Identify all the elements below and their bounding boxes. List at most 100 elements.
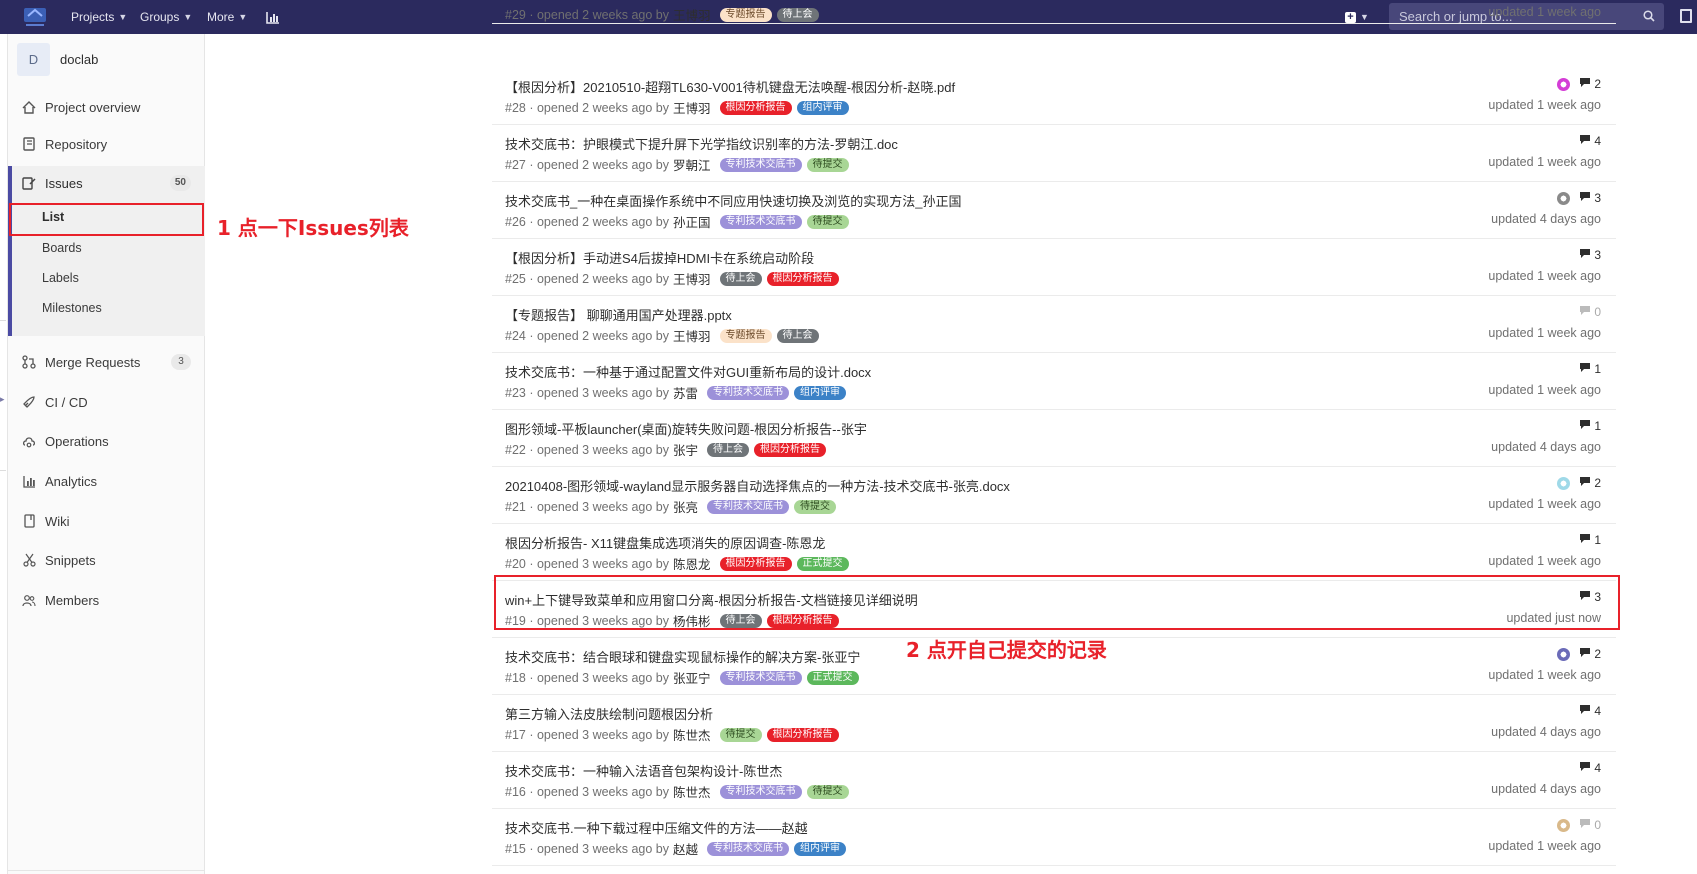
issue-author-link[interactable]: 张亮 — [673, 497, 698, 516]
sidebar-subitem-milestones[interactable]: Milestones — [12, 293, 205, 323]
issue-row[interactable]: 技术交底书：护眼模式下提升屏下光学指纹识别率的方法-罗朝江.doc #27 · o… — [492, 125, 1616, 182]
comments-count[interactable]: 0 — [1579, 305, 1601, 319]
issue-row[interactable]: 技术交底书.一种下载过程中压缩文件的方法——赵越 #15 · opened 3 w… — [492, 809, 1616, 866]
issue-label-badge[interactable]: 待上会 — [707, 442, 750, 457]
issue-label-badge[interactable]: 根因分析报告 — [719, 556, 792, 571]
issue-row[interactable]: 【根因分析】20210510-超翔TL630-V001待机键盘无法唤醒-根因分析… — [492, 68, 1616, 125]
comments-count[interactable]: 1 — [1579, 362, 1601, 376]
issue-label-badge[interactable]: 根因分析报告 — [754, 442, 827, 457]
todo-icon[interactable] — [1680, 9, 1692, 23]
issue-label-badge[interactable]: 根因分析报告 — [719, 100, 792, 115]
sidebar-item-snippets[interactable]: Snippets — [8, 545, 205, 575]
activity-chart-icon[interactable] — [266, 0, 280, 34]
comments-count[interactable]: 3 — [1579, 248, 1601, 262]
sidebar-item-ci-cd[interactable]: CI / CD — [8, 387, 205, 417]
sidebar-subitem-labels[interactable]: Labels — [12, 263, 205, 293]
comments-count[interactable]: 4 — [1579, 761, 1601, 775]
comments-count[interactable]: 4 — [1579, 134, 1601, 148]
issue-label-badge[interactable]: 组内评审 — [796, 100, 849, 115]
issue-label-badge[interactable]: 待提交 — [806, 214, 849, 229]
nav-projects-menu[interactable]: Projects ▼ — [71, 0, 127, 34]
issue-title-link[interactable]: 第三方输入法皮肤绘制问题根因分析 — [505, 704, 713, 723]
issue-label-badge[interactable]: 待提交 — [806, 784, 849, 799]
issue-label-badge[interactable]: 待上会 — [776, 328, 819, 343]
issue-label-badge[interactable]: 专利技术交底书 — [719, 784, 802, 799]
issue-author-link[interactable]: 张宇 — [673, 440, 698, 459]
issue-author-link[interactable]: 罗朝江 — [673, 155, 711, 174]
issue-row[interactable]: 技术交底书：一种输入法语音包架构设计-陈世杰 #16 · opened 3 wee… — [492, 752, 1616, 809]
comments-count[interactable]: 1 — [1579, 533, 1601, 547]
issue-row[interactable]: 根因分析报告- X11键盘集成选项消失的原因调查-陈恩龙 #20 · opened… — [492, 524, 1616, 581]
issue-author-link[interactable]: 王博羽 — [673, 98, 711, 117]
issue-label-badge[interactable]: 待提交 — [806, 157, 849, 172]
issue-row[interactable]: 技术交底书_一种在桌面操作系统中不同应用快速切换及浏览的实现方法_孙正国 #26 … — [492, 182, 1616, 239]
sidebar-item-members[interactable]: Members — [8, 585, 205, 615]
sidebar-item-issues[interactable]: Issues 50 — [8, 168, 205, 198]
nav-more-menu[interactable]: More ▼ — [207, 0, 247, 34]
issue-title-link[interactable]: 技术交底书：一种基于通过配置文件对GUI重新布局的设计.docx — [505, 362, 871, 381]
sidebar-subitem-boards[interactable]: Boards — [12, 233, 205, 263]
issue-title-link[interactable]: 根因分析报告- X11键盘集成选项消失的原因调查-陈恩龙 — [505, 533, 825, 552]
issue-label-badge[interactable]: 待上会 — [719, 271, 762, 286]
assignee-avatar[interactable] — [1557, 191, 1571, 205]
issue-title-link[interactable]: 技术交底书：结合眼球和键盘实现鼠标操作的解决方案-张亚宁 — [505, 647, 860, 666]
comments-count[interactable]: 0 — [1579, 818, 1601, 832]
expand-arrow-icon[interactable]: ▸ — [0, 394, 6, 406]
issue-label-badge[interactable]: 组内评审 — [794, 841, 847, 856]
issue-row[interactable]: 技术交底书：一种基于通过配置文件对GUI重新布局的设计.docx #23 · op… — [492, 353, 1616, 410]
issue-row[interactable]: 【专题报告】 聊聊通用国产处理器.pptx #24 · opened 2 week… — [492, 296, 1616, 353]
issue-title-link[interactable]: 【根因分析】20210510-超翔TL630-V001待机键盘无法唤醒-根因分析… — [505, 77, 955, 96]
sidebar-item-merge-requests[interactable]: Merge Requests 3 — [8, 347, 205, 377]
issue-author-link[interactable]: 王博羽 — [673, 326, 711, 345]
issue-label-badge[interactable]: 专利技术交底书 — [719, 214, 802, 229]
issue-row[interactable]: 20210408-图形领域-wayland显示服务器自动选择焦点的一种方法-技术… — [492, 467, 1616, 524]
issue-author-link[interactable]: 陈世杰 — [673, 782, 711, 801]
issue-author-link[interactable]: 王博羽 — [673, 269, 711, 288]
issue-row[interactable]: 【根因分析】手动进S4后拔掉HDMI卡在系统启动阶段 #25 · opened 2… — [492, 239, 1616, 296]
issue-title-link[interactable]: 【根因分析】手动进S4后拔掉HDMI卡在系统启动阶段 — [505, 248, 814, 267]
issue-author-link[interactable]: 孙正国 — [673, 212, 711, 231]
issue-author-link[interactable]: 陈世杰 — [673, 725, 711, 744]
assignee-avatar[interactable] — [1557, 818, 1571, 832]
sidebar-item-operations[interactable]: Operations — [8, 426, 205, 456]
comments-count[interactable]: 2 — [1579, 647, 1601, 661]
issue-title-link[interactable]: 技术交底书_一种在桌面操作系统中不同应用快速切换及浏览的实现方法_孙正国 — [505, 191, 961, 210]
sidebar-item-repository[interactable]: Repository — [8, 129, 205, 159]
comments-count[interactable]: 2 — [1579, 77, 1601, 91]
issue-row[interactable]: 第三方输入法皮肤绘制问题根因分析 #17 · opened 3 weeks ago… — [492, 695, 1616, 752]
issue-author-link[interactable]: 赵越 — [673, 839, 698, 858]
comments-count[interactable]: 2 — [1579, 476, 1601, 490]
issue-author-link[interactable]: 张亚宁 — [673, 668, 711, 687]
issue-label-badge[interactable]: 专利技术交底书 — [707, 499, 790, 514]
assignee-avatar[interactable] — [1557, 647, 1571, 661]
issue-author-link[interactable]: 陈恩龙 — [673, 554, 711, 573]
issue-title-link[interactable]: 20210408-图形领域-wayland显示服务器自动选择焦点的一种方法-技术… — [505, 476, 1010, 495]
issue-title-link[interactable]: 技术交底书：一种输入法语音包架构设计-陈世杰 — [505, 761, 782, 780]
issue-label-badge[interactable]: 专利技术交底书 — [719, 157, 802, 172]
comments-count[interactable]: 1 — [1579, 419, 1601, 433]
comments-count[interactable]: 3 — [1579, 191, 1601, 205]
issue-author-link[interactable]: 王博羽 — [673, 5, 711, 24]
issue-row[interactable]: #29 · opened 2 weeks ago by 王博羽 专题报告 待上会 upd… — [492, 0, 1616, 24]
issue-author-link[interactable]: 苏雷 — [673, 383, 698, 402]
issue-title-link[interactable]: 【专题报告】 聊聊通用国产处理器.pptx — [505, 305, 732, 324]
issue-row[interactable]: 图形领域-平板launcher(桌面)旋转失败问题-根因分析报告--张宇 #22 … — [492, 410, 1616, 467]
issue-title-link[interactable]: 技术交底书：护眼模式下提升屏下光学指纹识别率的方法-罗朝江.doc — [505, 134, 898, 153]
sidebar-item-wiki[interactable]: Wiki — [8, 506, 205, 536]
nav-groups-menu[interactable]: Groups ▼ — [140, 0, 192, 34]
issue-label-badge[interactable]: 待提交 — [719, 727, 762, 742]
comments-count[interactable]: 4 — [1579, 704, 1601, 718]
issue-label-badge[interactable]: 专题报告 — [719, 328, 772, 343]
assignee-avatar[interactable] — [1557, 77, 1571, 91]
issue-label-badge[interactable]: 专利技术交底书 — [707, 841, 790, 856]
project-header[interactable]: D doclab — [17, 43, 98, 76]
issue-label-badge[interactable]: 根因分析报告 — [766, 271, 839, 286]
assignee-avatar[interactable] — [1557, 476, 1571, 490]
issue-label-badge[interactable]: 专题报告 — [719, 7, 772, 22]
sidebar-item-project-overview[interactable]: Project overview — [8, 92, 205, 122]
issue-label-badge[interactable]: 专利技术交底书 — [707, 385, 790, 400]
issue-label-badge[interactable]: 待提交 — [794, 499, 837, 514]
sidebar-item-analytics[interactable]: Analytics — [8, 466, 205, 496]
issue-title-link[interactable]: 图形领域-平板launcher(桌面)旋转失败问题-根因分析报告--张宇 — [505, 419, 867, 438]
issue-title-link[interactable]: 技术交底书.一种下载过程中压缩文件的方法——赵越 — [505, 818, 808, 837]
